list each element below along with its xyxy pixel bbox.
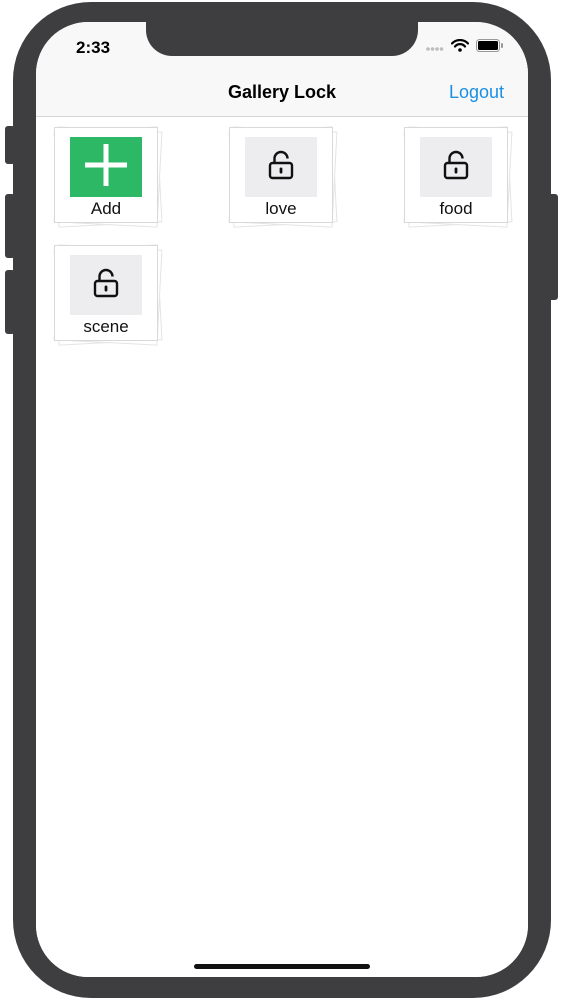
album-thumbnail <box>420 137 492 197</box>
lock-icon <box>93 268 119 303</box>
power-button <box>548 194 558 300</box>
cellular-signal-icon <box>426 39 444 57</box>
album-label: scene <box>83 317 129 336</box>
album-thumbnail <box>245 137 317 197</box>
logout-button[interactable]: Logout <box>449 82 504 103</box>
album-tile-scene[interactable]: scene <box>53 244 163 346</box>
plus-icon <box>83 142 129 193</box>
album-tile-love[interactable]: love <box>228 126 338 228</box>
album-label: love <box>265 199 297 218</box>
home-indicator[interactable] <box>194 964 370 969</box>
album-thumbnail <box>70 255 142 315</box>
wifi-icon <box>450 39 470 57</box>
album-label: food <box>439 199 473 218</box>
status-time: 2:33 <box>76 38 111 57</box>
mute-switch <box>5 126 15 164</box>
album-tile-food[interactable]: food <box>403 126 513 228</box>
notch <box>146 22 418 56</box>
add-thumbnail <box>70 137 142 197</box>
navigation-bar: Gallery Lock Logout <box>36 68 528 117</box>
volume-up-button <box>5 194 15 258</box>
add-album-tile[interactable]: Add <box>53 126 163 228</box>
lock-icon <box>268 150 294 185</box>
status-icons <box>426 39 504 57</box>
album-grid: Add love food scene <box>36 117 528 977</box>
volume-down-button <box>5 270 15 334</box>
album-label: Add <box>90 199 122 218</box>
phone-screen: 2:33 Gallery Lock Logout Add love food s… <box>36 22 528 977</box>
lock-icon <box>443 150 469 185</box>
battery-icon <box>476 39 504 57</box>
